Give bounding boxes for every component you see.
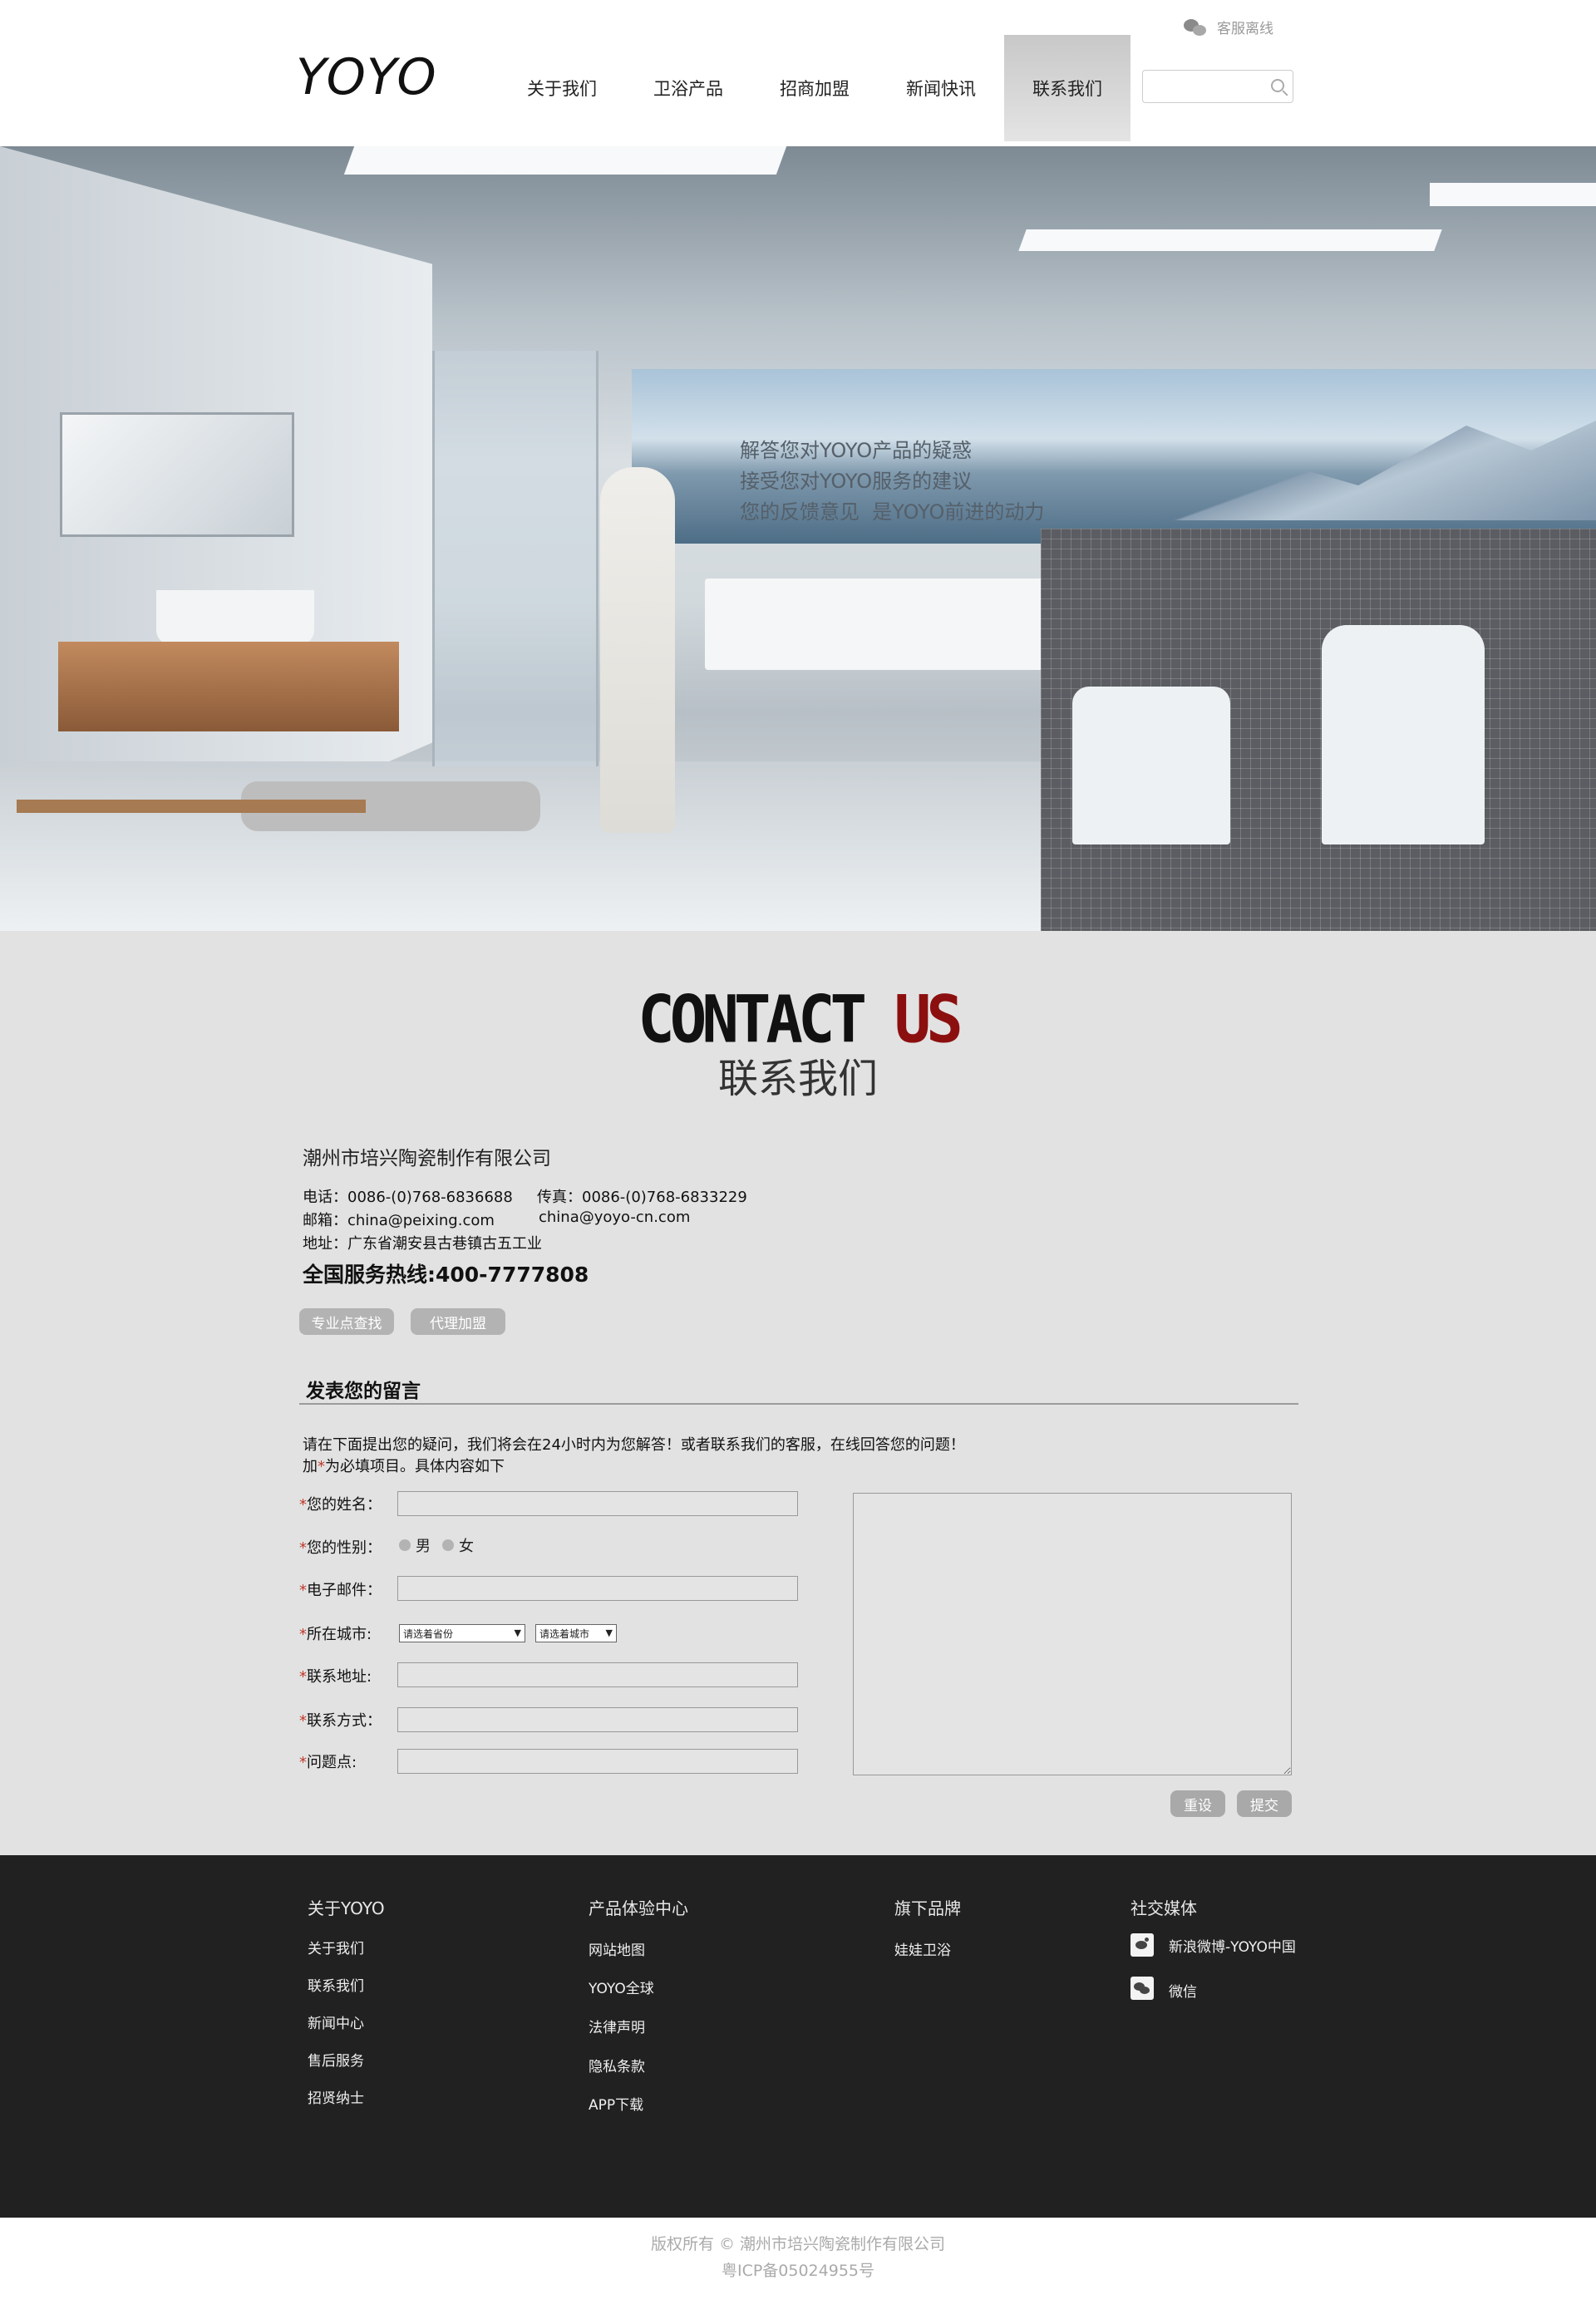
sink: [156, 590, 314, 645]
contact-method-label: *联系方式：: [299, 1712, 382, 1730]
nav-news[interactable]: 新闻快讯: [878, 35, 1004, 141]
message-textarea[interactable]: [853, 1493, 1292, 1775]
footer-link[interactable]: 网站地图: [589, 1938, 645, 1959]
footer-heading: 关于YOYO: [308, 1898, 385, 1918]
name-input[interactable]: [397, 1491, 798, 1516]
glass-door: [432, 351, 598, 766]
nav-franchise[interactable]: 招商加盟: [751, 35, 878, 141]
weibo-icon[interactable]: [1130, 1933, 1154, 1957]
name-label: *您的姓名：: [299, 1496, 382, 1514]
fax: 传真：0086-(0)768-6833229: [537, 1189, 747, 1206]
email-field[interactable]: [397, 1576, 798, 1601]
hotline: 全国服务热线:400-7777808: [303, 1263, 589, 1287]
message-title: 发表您的留言: [306, 1381, 421, 1402]
hero-text: 解答您对YOYO产品的疑惑 接受您对YOYO服务的建议 您的反馈意见 是YOYO…: [740, 436, 1044, 528]
footer-heading: 旗下品牌: [894, 1898, 961, 1918]
bench: [17, 800, 366, 813]
hero-banner: 解答您对YOYO产品的疑惑 接受您对YOYO服务的建议 您的反馈意见 是YOYO…: [0, 146, 1596, 931]
chevron-down-icon: ▼: [514, 1627, 521, 1638]
footer-link[interactable]: APP下载: [589, 2093, 643, 2114]
site-footer: 关于YOYO 关于我们 联系我们 新闻中心 售后服务 招贤纳士 产品体验中心 网…: [0, 1855, 1596, 2218]
service-label: 客服离线: [1217, 21, 1273, 37]
find-dealer-button[interactable]: 专业点查找: [299, 1308, 394, 1335]
icp-number: 粤ICP备05024955号: [721, 2262, 875, 2280]
footer-link[interactable]: 售后服务: [308, 2049, 364, 2070]
company-name: 潮州市培兴陶瓷制作有限公司: [303, 1148, 551, 1169]
divider: [299, 1403, 1298, 1405]
agent-join-button[interactable]: 代理加盟: [411, 1308, 505, 1335]
footer-link[interactable]: 娃娃卫浴: [894, 1938, 951, 1959]
gender-options: 男 女: [399, 1534, 474, 1556]
city-select[interactable]: 请选着城市 ▼: [535, 1624, 617, 1642]
footer-link[interactable]: 联系我们: [308, 1974, 364, 1995]
wechat-link[interactable]: 微信: [1169, 1980, 1197, 2001]
nav-products[interactable]: 卫浴产品: [625, 35, 751, 141]
ceiling-light: [1430, 183, 1596, 206]
search-input[interactable]: [1143, 71, 1259, 102]
copyright: 版权所有 © 潮州市培兴陶瓷制作有限公司 粤ICP备05024955号: [0, 2231, 1596, 2284]
wechat-icon[interactable]: [1130, 1977, 1154, 2000]
gender-male-label: 男: [416, 1538, 431, 1555]
copyright-line: 版权所有 © 潮州市培兴陶瓷制作有限公司: [650, 2235, 946, 2253]
bidet: [1072, 687, 1230, 844]
ceiling-light: [1018, 229, 1442, 251]
wechat-icon: [1184, 17, 1209, 37]
message-intro: 请在下面提出您的疑问，我们将会在24小时内为您解答！或者联系我们的客服，在线回答…: [303, 1436, 965, 1454]
email-secondary: china@yoyo-cn.com: [539, 1209, 691, 1226]
footer-heading: 社交媒体: [1130, 1898, 1197, 1918]
mirror: [60, 412, 294, 537]
issue-input[interactable]: [397, 1749, 798, 1774]
reset-button[interactable]: 重设: [1170, 1790, 1225, 1817]
gender-male-radio[interactable]: [399, 1539, 411, 1551]
address: 地址：广东省潮安县古巷镇古五工业: [303, 1235, 542, 1253]
nav-about[interactable]: 关于我们: [499, 35, 625, 141]
weibo-link[interactable]: 新浪微博-YOYO中国: [1169, 1935, 1296, 1956]
contact-subtitle: 联系我们: [717, 1056, 878, 1102]
footer-link[interactable]: YOYO全球: [589, 1977, 654, 1997]
model-figure: [600, 467, 675, 833]
footer-link[interactable]: 关于我们: [308, 1937, 364, 1957]
province-select[interactable]: 请选着省份 ▼: [399, 1624, 525, 1642]
main-nav: 关于我们 卫浴产品 招商加盟 新闻快讯 联系我们: [499, 35, 1130, 141]
gender-label: *您的性别：: [299, 1539, 382, 1557]
ceiling-light: [343, 146, 787, 175]
contact-section: CONTACT US 联系我们 潮州市培兴陶瓷制作有限公司 电话：0086-(0…: [0, 931, 1596, 1855]
address-input[interactable]: [397, 1662, 798, 1687]
submit-button[interactable]: 提交: [1237, 1790, 1292, 1817]
hero-line: 您的反馈意见 是YOYO前进的动力: [740, 500, 1045, 524]
toilet: [1322, 625, 1485, 844]
footer-heading: 产品体验中心: [589, 1898, 688, 1918]
phone: 电话：0086-(0)768-6836688: [303, 1189, 513, 1206]
customer-service-status[interactable]: 客服离线: [1184, 17, 1273, 37]
site-header: YOYO 客服离线 关于我们 卫浴产品 招商加盟 新闻快讯 联系我们: [0, 0, 1596, 146]
email-label: *电子邮件：: [299, 1582, 382, 1599]
email-primary: 邮箱：china@peixing.com: [303, 1212, 495, 1229]
gender-female-radio[interactable]: [442, 1539, 454, 1551]
footer-link[interactable]: 隐私条款: [589, 2055, 645, 2075]
footer-link[interactable]: 招贤纳士: [308, 2086, 364, 2107]
hero-line: 接受您对YOYO服务的建议: [740, 470, 973, 493]
footer-link[interactable]: 新闻中心: [308, 2011, 364, 2032]
required-note: 加*为必填项目。具体内容如下: [303, 1458, 505, 1475]
gender-female-label: 女: [459, 1538, 474, 1555]
contact-method-input[interactable]: [397, 1707, 798, 1732]
hero-line: 解答您对YOYO产品的疑惑: [740, 439, 973, 462]
nav-contact[interactable]: 联系我们: [1004, 35, 1130, 141]
vanity-cabinet: [58, 642, 399, 731]
issue-label: *问题点:: [299, 1754, 357, 1771]
address-label: *联系地址:: [299, 1668, 372, 1686]
bathtub: [705, 579, 1046, 670]
search-icon[interactable]: [1271, 79, 1284, 92]
city-label: *所在城市:: [299, 1626, 372, 1643]
footer-link[interactable]: 法律声明: [589, 2016, 645, 2036]
search-box: [1142, 70, 1293, 103]
logo[interactable]: YOYO: [296, 48, 437, 106]
chevron-down-icon: ▼: [605, 1627, 613, 1638]
